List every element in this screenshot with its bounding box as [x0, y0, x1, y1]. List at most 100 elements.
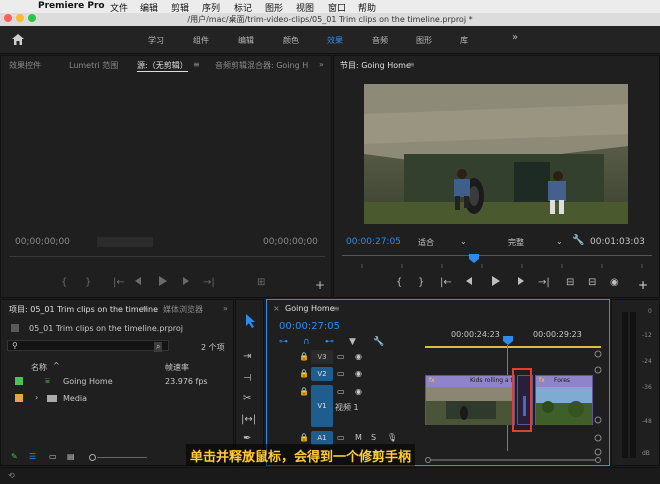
program-fit-select[interactable]: 适合 [418, 237, 434, 248]
audio-meter-left [622, 312, 628, 458]
lock-icon[interactable]: 🔒 [299, 369, 309, 378]
microphone-icon[interactable]: 🎙 [387, 433, 397, 442]
go-to-out-button: →| [538, 277, 550, 288]
source-panel-overflow[interactable]: » [319, 60, 324, 69]
quality-chevron-down-icon[interactable]: ⌄ [556, 237, 563, 246]
fx-badge-icon: fx [539, 377, 545, 384]
tab-color[interactable]: 颜色 [283, 35, 299, 46]
scroll-track[interactable] [431, 459, 595, 461]
program-playhead[interactable] [469, 254, 479, 263]
project-panel-overflow[interactable]: » [223, 304, 228, 313]
timeline-timecode[interactable]: 00:00:27:05 [279, 321, 340, 332]
program-title[interactable]: 节目: Going Home [340, 60, 411, 71]
tab-audio[interactable]: 音频 [372, 35, 388, 46]
source-zoom-dropdown[interactable] [97, 237, 153, 247]
minimize-window-button[interactable] [16, 14, 24, 22]
project-file-icon [11, 324, 19, 332]
project-search-input[interactable]: ⚲ [7, 340, 169, 351]
lock-icon[interactable]: 🔒 [299, 387, 309, 396]
program-scrubber[interactable] [342, 255, 652, 268]
project-panel-header: 项目: 05_01 Trim clips on the timeline ≡ 媒… [1, 300, 233, 316]
program-duration: 00:01:03:03 [590, 237, 645, 247]
expand-chevron-right-icon[interactable]: › [35, 393, 38, 402]
mark-in-button: { [396, 277, 402, 288]
source-scrubber[interactable] [9, 256, 325, 257]
tab-assembly[interactable]: 组件 [193, 35, 209, 46]
tab-editing[interactable]: 编辑 [238, 35, 254, 46]
scroll-handle-right[interactable] [595, 457, 601, 463]
razor-tool-icon: ✂ [243, 393, 251, 404]
workspaces-overflow-button[interactable]: » [512, 32, 518, 43]
source-add-button-icon[interactable]: + [315, 278, 325, 292]
home-icon[interactable] [12, 34, 24, 45]
pencil-icon[interactable]: ✎ [11, 452, 18, 461]
tab-media-browser[interactable]: 媒体浏览器 [163, 304, 203, 315]
column-name-header[interactable]: 名称 [31, 362, 47, 373]
project-panel-menu-icon[interactable]: ≡ [141, 304, 148, 313]
sync-lock-icon[interactable]: ▭ [337, 352, 345, 361]
clip-label: Kids rolling a tir [470, 377, 518, 384]
close-window-button[interactable] [4, 14, 12, 22]
tab-source[interactable]: 源:（无剪辑） [137, 60, 188, 72]
tab-sequence[interactable]: Going Home [285, 304, 335, 313]
timeline-vertical-scroll[interactable] [593, 348, 603, 456]
sort-chevron-up-icon[interactable]: ^ [53, 361, 60, 370]
clip-kids-rolling-tire[interactable]: fx Kids rolling a tir [425, 375, 518, 425]
source-panel-menu-icon[interactable]: ≡ [193, 60, 200, 69]
list-item[interactable]: ⩸ Going Home 23.976 fps [1, 374, 233, 388]
track-target-v2[interactable]: V2 [311, 367, 333, 381]
program-add-button-icon[interactable]: + [638, 278, 648, 292]
timeline-menu-icon[interactable]: ≡ [333, 304, 340, 313]
sync-lock-icon[interactable]: ▭ [337, 369, 345, 378]
wrench-icon[interactable]: 🔧 [572, 235, 584, 246]
tab-graphics[interactable]: 图形 [416, 35, 432, 46]
timeline-horizontal-scroll[interactable] [425, 457, 601, 463]
eye-icon[interactable]: ◉ [355, 352, 362, 361]
tab-project[interactable]: 项目: 05_01 Trim clips on the timeline [9, 304, 158, 315]
track-target-v1[interactable]: V1 [311, 385, 333, 427]
list-item[interactable]: › Media [1, 391, 233, 405]
lock-icon[interactable]: 🔒 [299, 433, 309, 442]
eye-icon[interactable]: ◉ [355, 387, 362, 396]
list-view-icon[interactable]: ☰ [29, 452, 36, 461]
close-icon[interactable]: × [273, 304, 280, 313]
search-filter-icon[interactable]: ⌕ [154, 342, 163, 352]
timeline-settings-wrench-icon: 🔧 [373, 335, 384, 346]
sync-lock-icon[interactable]: ▭ [337, 387, 345, 396]
eye-icon[interactable]: ◉ [355, 369, 362, 378]
program-timecode[interactable]: 00:00:27:05 [346, 237, 401, 247]
solo-button[interactable]: S [371, 433, 376, 442]
zoom-slider[interactable] [97, 457, 147, 458]
instruction-caption: 单击并释放鼠标，会得到一个修剪手柄 [186, 444, 416, 466]
meter-tick-24: -24 [642, 358, 652, 365]
freeform-view-icon[interactable]: ▤ [67, 452, 75, 461]
lock-icon[interactable]: 🔒 [299, 352, 309, 361]
zoom-slider-handle[interactable] [89, 454, 96, 461]
tab-effect-controls[interactable]: 效果控件 [9, 60, 41, 71]
mark-out-button: } [85, 277, 91, 288]
tab-lumetri-scopes[interactable]: Lumetri 范围 [69, 60, 118, 71]
mark-in-button: { [61, 277, 67, 288]
child-right [548, 181, 566, 201]
zoom-window-button[interactable] [28, 14, 36, 22]
source-timecode[interactable]: 00;00;00;00 [15, 237, 70, 247]
track-target-a1[interactable]: A1 [311, 431, 333, 445]
tab-learning[interactable]: 学习 [148, 35, 164, 46]
icon-view-icon[interactable]: ▭ [49, 452, 57, 461]
tab-libraries[interactable]: 库 [460, 35, 468, 46]
program-panel-menu-icon[interactable]: ≡ [408, 60, 415, 69]
sync-lock-icon[interactable]: ▭ [337, 433, 345, 442]
column-framerate-header[interactable]: 帧速率 [165, 362, 189, 373]
timeline-playhead[interactable] [503, 336, 513, 345]
tab-effects[interactable]: 效果 [327, 35, 343, 46]
work-area-bar[interactable] [425, 346, 601, 348]
program-quality-select[interactable]: 完整 [508, 237, 524, 248]
tab-audio-clip-mixer[interactable]: 音频剪辑混合器: Going H [215, 60, 308, 71]
step-back-button [135, 277, 141, 285]
track-target-v3[interactable]: V3 [311, 350, 333, 364]
clip-forest[interactable]: fx Fores [535, 375, 593, 425]
mute-button[interactable]: M [355, 433, 362, 442]
fit-chevron-down-icon[interactable]: ⌄ [460, 237, 467, 246]
label-color-swatch [15, 377, 23, 385]
menu-app-name[interactable]: Premiere Pro [38, 1, 105, 11]
